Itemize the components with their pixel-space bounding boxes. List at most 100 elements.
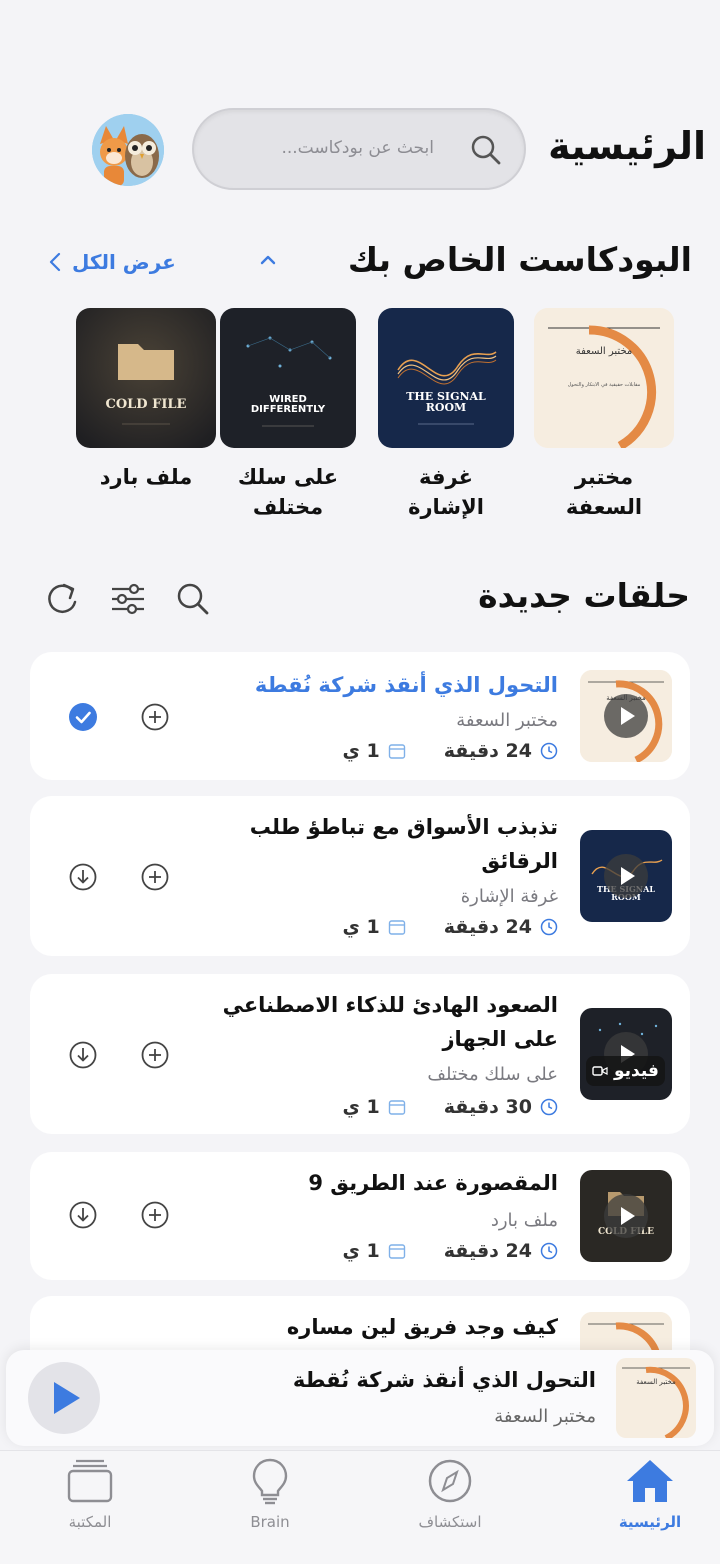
- see-all-link[interactable]: عرض الكل: [48, 250, 176, 274]
- episode-age: 1 ي: [342, 1096, 380, 1118]
- svg-text:COLD FILE: COLD FILE: [106, 397, 187, 412]
- episode-duration: 24 دقيقة: [443, 740, 532, 762]
- svg-text:DIFFERENTLY: DIFFERENTLY: [251, 404, 326, 415]
- tab-label: استكشاف: [418, 1513, 482, 1531]
- tab-label: المكتبة: [68, 1513, 112, 1531]
- play-icon[interactable]: [604, 1194, 648, 1238]
- podcast-card[interactable]: مختبر السعفة مقابلات حقيقية في الابتكار …: [534, 308, 674, 522]
- tab-explore[interactable]: استكشاف: [390, 1457, 510, 1531]
- episode-title[interactable]: كيف وجد فريق لين مساره: [287, 1310, 558, 1344]
- podcast-name: ملف بارد: [99, 465, 193, 489]
- svg-text:ROOM: ROOM: [426, 401, 466, 414]
- episode-meta: 30 دقيقة 1 ي: [343, 1096, 558, 1118]
- episode-card[interactable]: مختبر السعفة التحول الذي أنقذ شركة نُقطة…: [30, 652, 690, 780]
- play-icon[interactable]: [604, 694, 648, 738]
- search-bar[interactable]: ابحث عن بودكاست...: [192, 108, 526, 190]
- tab-library[interactable]: المكتبة: [30, 1457, 150, 1531]
- episode-card[interactable]: THE SIGNALROOM تذبذب الأسواق مع تباطؤ طل…: [30, 796, 690, 956]
- add-icon[interactable]: [140, 1200, 170, 1234]
- podcast-name: مختبر السعفة: [565, 465, 643, 519]
- svg-text:مختبر السعفة: مختبر السعفة: [576, 346, 633, 357]
- episode-title[interactable]: المقصورة عند الطريق 9: [308, 1166, 558, 1200]
- tab-label: الرئيسية: [618, 1513, 682, 1531]
- episode-meta: 24 دقيقة 1 ي: [343, 916, 558, 938]
- episode-title[interactable]: الصعود الهادئ للذكاء الاصطناعي على الجها…: [198, 988, 558, 1056]
- podcast-cover: مختبر السعفة مقابلات حقيقية في الابتكار …: [534, 308, 674, 448]
- library-icon: [67, 1459, 113, 1503]
- podcast-cover: COLD FILE: [76, 308, 216, 448]
- search-input[interactable]: ابحث عن بودكاست...: [281, 138, 434, 158]
- mini-player[interactable]: مختبر السعفة التحول الذي أنقذ شركة نُقطة…: [6, 1350, 714, 1446]
- svg-text:مختبر السعفة: مختبر السعفة: [636, 1378, 676, 1386]
- search-icon[interactable]: [176, 582, 210, 620]
- podcast-card[interactable]: WIRED DIFFERENTLY على سلك مختلف: [220, 308, 356, 522]
- clock-icon: [540, 1242, 558, 1260]
- podcast-card[interactable]: THE SIGNAL ROOM غرفة الإشارة: [378, 308, 514, 522]
- filter-icon[interactable]: [110, 582, 146, 620]
- section-title-episodes: حلقات جديدة: [478, 576, 690, 615]
- episode-duration: 24 دقيقة: [443, 1240, 532, 1262]
- play-icon[interactable]: [604, 854, 648, 898]
- tab-brain[interactable]: Brain: [210, 1457, 330, 1531]
- episode-podcast: غرفة الإشارة: [460, 886, 558, 907]
- calendar-icon: [388, 1244, 405, 1259]
- add-icon[interactable]: [140, 1040, 170, 1074]
- episode-podcast: على سلك مختلف: [427, 1064, 558, 1085]
- episode-podcast: مختبر السعفة: [456, 710, 558, 731]
- home-icon: [627, 1460, 673, 1502]
- add-icon[interactable]: [140, 862, 170, 896]
- tab-home[interactable]: الرئيسية: [590, 1457, 710, 1531]
- svg-text:مقابلات حقيقية في الابتكار وال: مقابلات حقيقية في الابتكار والتحول: [568, 382, 641, 388]
- episode-thumbnail[interactable]: COLD FILE: [580, 1170, 672, 1262]
- clock-icon: [540, 742, 558, 760]
- see-all-label: عرض الكل: [72, 250, 176, 274]
- chevron-up-icon[interactable]: [258, 250, 278, 274]
- calendar-icon: [388, 744, 405, 759]
- player-title: التحول الذي أنقذ شركة نُقطة: [292, 1368, 596, 1392]
- checkmark-icon[interactable]: [68, 702, 98, 736]
- clock-icon: [540, 918, 558, 936]
- play-button[interactable]: [28, 1362, 100, 1434]
- episode-card[interactable]: COLD FILE المقصورة عند الطريق 9 ملف بارد…: [30, 1152, 690, 1280]
- video-camera-icon: [592, 1066, 608, 1076]
- episode-age: 1 ي: [342, 916, 380, 938]
- player-thumbnail: مختبر السعفة: [616, 1358, 696, 1438]
- refresh-icon[interactable]: [44, 580, 80, 622]
- episode-age: 1 ي: [342, 740, 380, 762]
- podcast-name: غرفة الإشارة: [408, 465, 484, 519]
- episode-thumbnail[interactable]: فيديو: [580, 1008, 672, 1100]
- podcast-card[interactable]: COLD FILE ملف بارد: [76, 308, 216, 492]
- lightbulb-icon: [252, 1458, 288, 1505]
- chevron-left-icon: [49, 252, 61, 272]
- tab-bar: الرئيسية استكشاف Brain المكتبة: [0, 1450, 720, 1564]
- episode-thumbnail[interactable]: THE SIGNALROOM: [580, 830, 672, 922]
- podcast-cover: THE SIGNAL ROOM: [378, 308, 514, 448]
- search-icon[interactable]: [470, 134, 502, 170]
- download-icon[interactable]: [68, 862, 98, 896]
- episode-meta: 24 دقيقة 1 ي: [343, 740, 558, 762]
- episode-title[interactable]: تذبذب الأسواق مع تباطؤ طلب الرقائق: [218, 810, 558, 878]
- episode-thumbnail[interactable]: مختبر السعفة: [580, 670, 672, 762]
- video-badge-label: فيديو: [614, 1061, 659, 1081]
- player-podcast: مختبر السعفة: [494, 1406, 596, 1427]
- calendar-icon: [388, 920, 405, 935]
- add-icon[interactable]: [140, 702, 170, 736]
- episode-card[interactable]: فيديو الصعود الهادئ للذكاء الاصطناعي على…: [30, 974, 690, 1134]
- podcast-name: على سلك مختلف: [237, 465, 339, 519]
- video-badge: فيديو: [586, 1056, 665, 1086]
- compass-icon: [428, 1459, 472, 1503]
- podcast-cover: WIRED DIFFERENTLY: [220, 308, 356, 448]
- section-title-podcasts: البودكاست الخاص بك: [347, 240, 692, 279]
- episode-duration: 24 دقيقة: [443, 916, 532, 938]
- episode-title[interactable]: التحول الذي أنقذ شركة نُقطة: [255, 668, 558, 702]
- calendar-icon: [388, 1100, 405, 1115]
- episode-podcast: ملف بارد: [490, 1210, 558, 1231]
- avatar[interactable]: [92, 114, 164, 186]
- download-icon[interactable]: [68, 1040, 98, 1074]
- clock-icon: [540, 1098, 558, 1116]
- episode-duration: 30 دقيقة: [443, 1096, 532, 1118]
- page-title: الرئيسية: [548, 124, 706, 168]
- play-icon: [54, 1382, 80, 1414]
- download-icon[interactable]: [68, 1200, 98, 1234]
- episode-age: 1 ي: [342, 1240, 380, 1262]
